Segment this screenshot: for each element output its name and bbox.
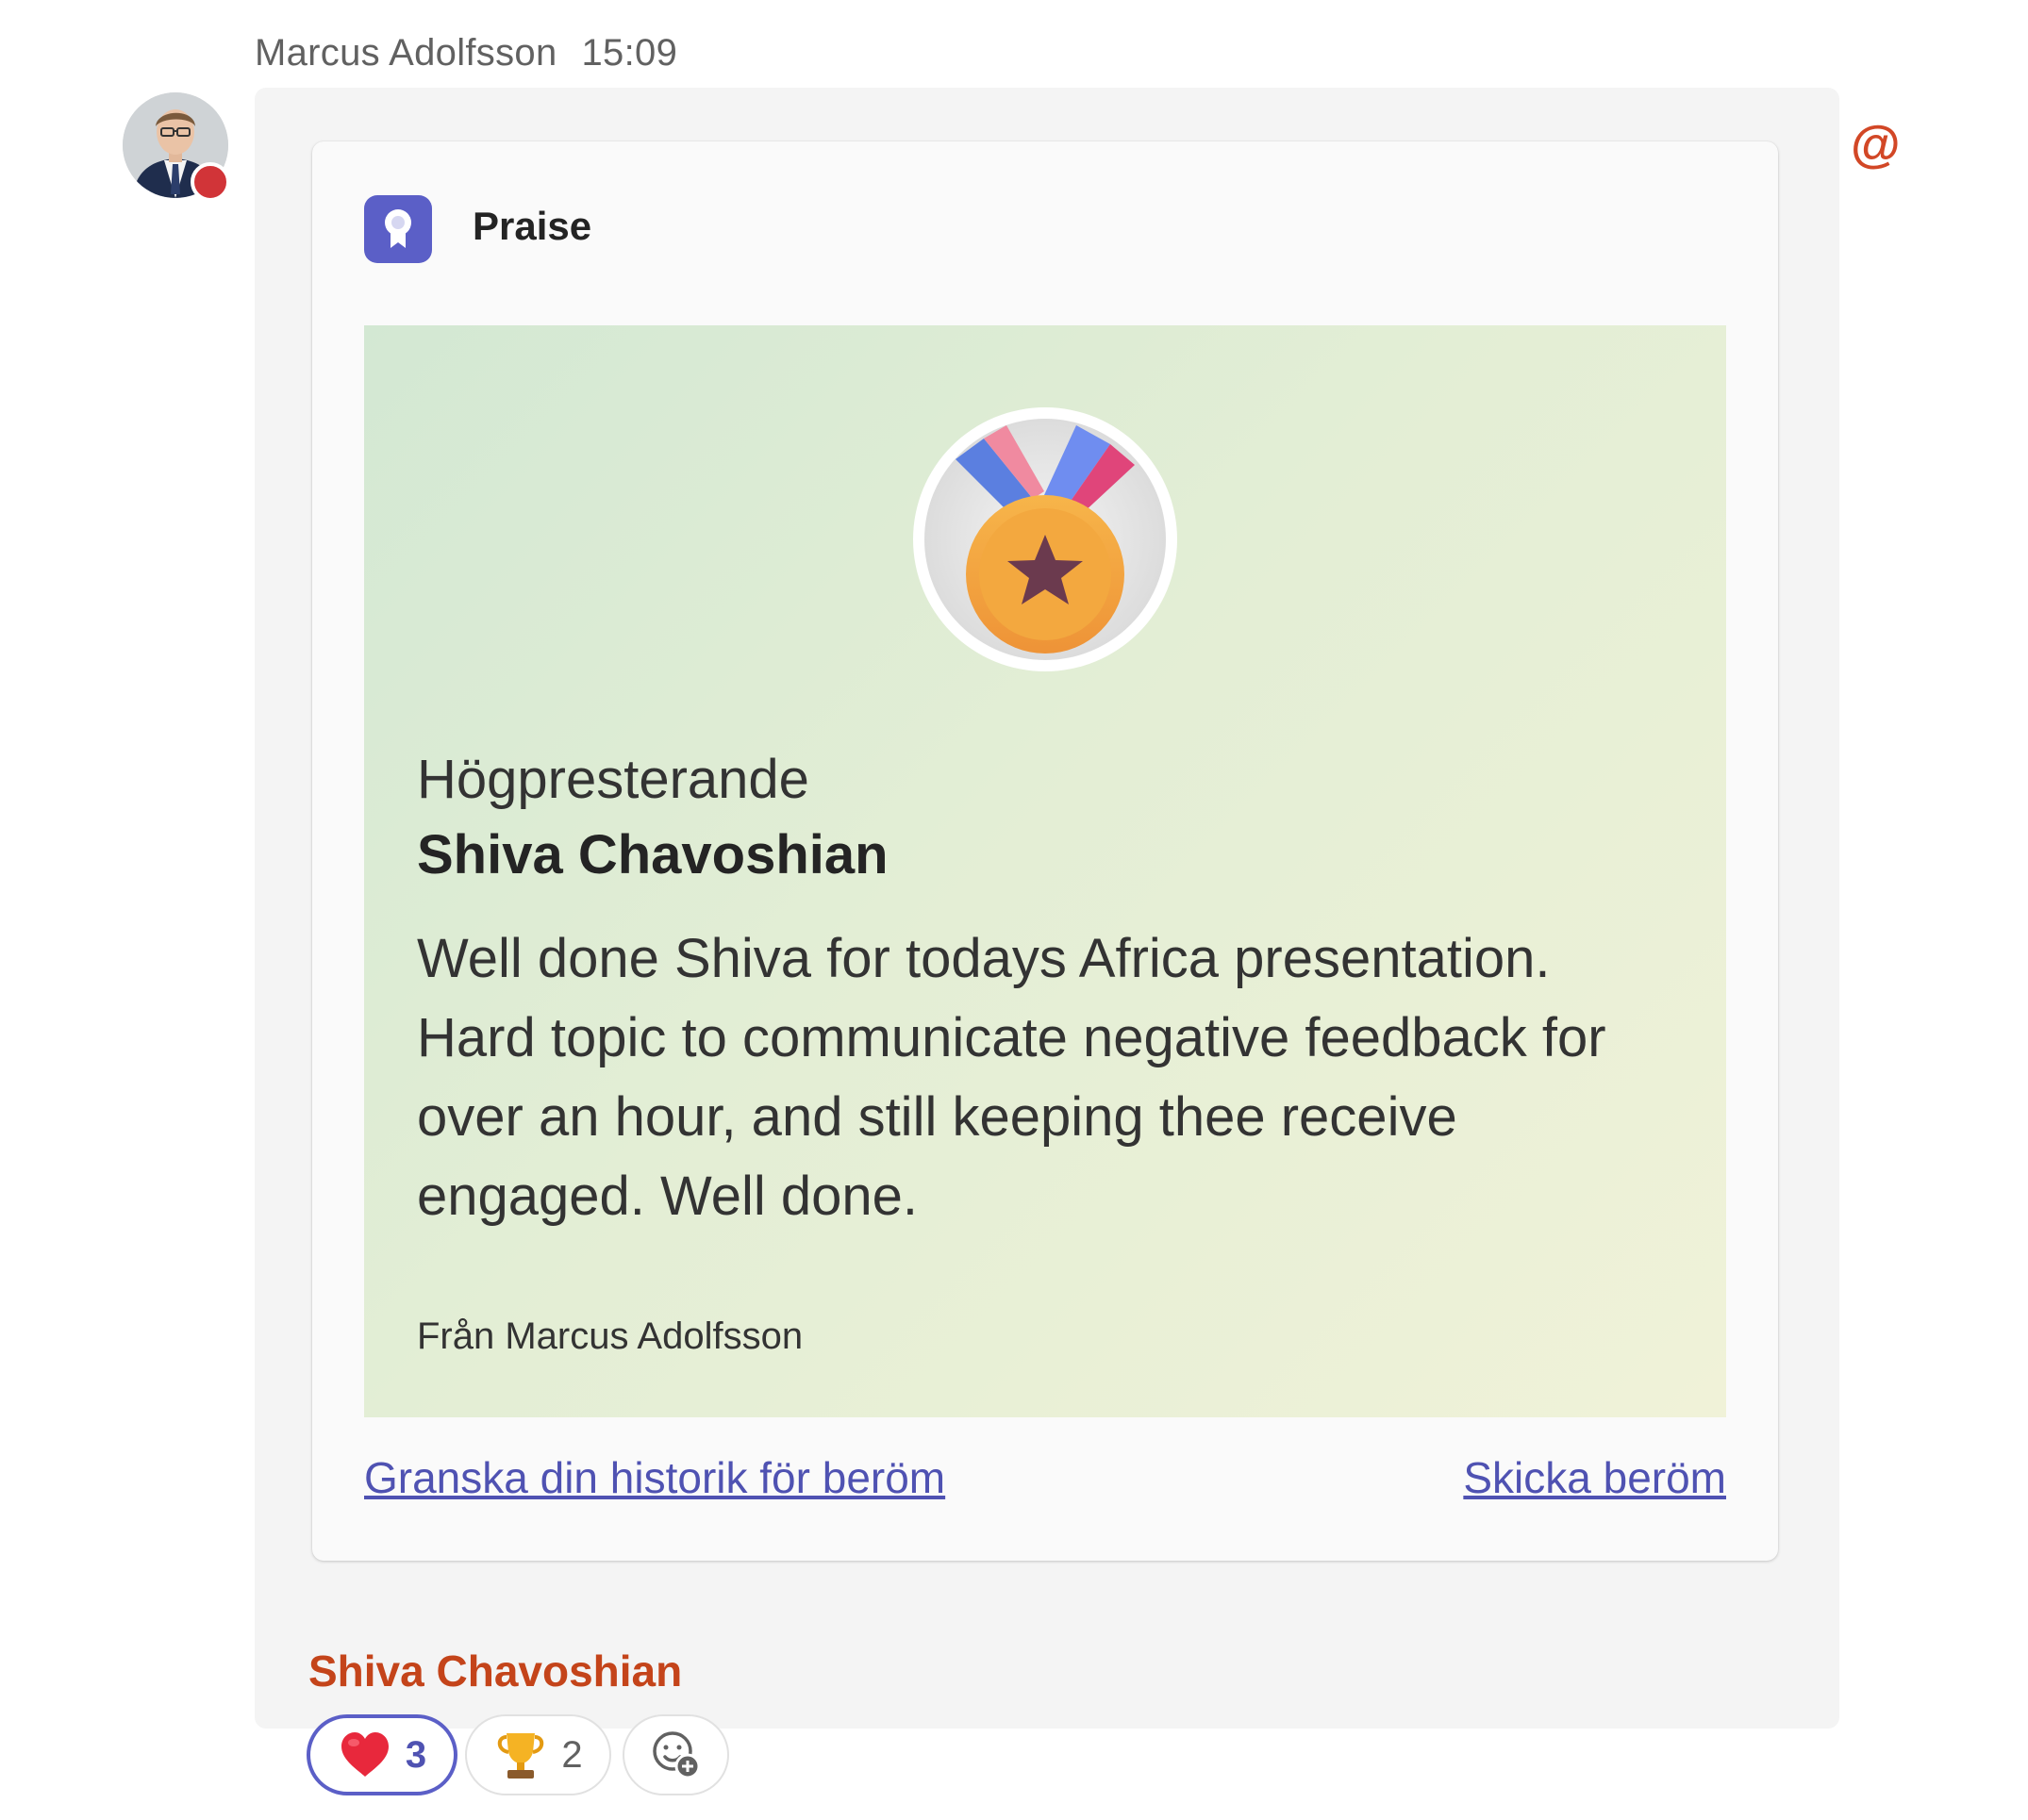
presence-status-dot (191, 162, 230, 202)
praise-from-line: Från Marcus Adolfsson (417, 1315, 804, 1357)
heart-icon (341, 1732, 389, 1777)
praise-message: Well done Shiva for todays Africa presen… (417, 928, 1606, 1227)
reaction-count: 3 (405, 1733, 427, 1776)
award-name: Högpresterande (417, 749, 809, 810)
trophy-reaction-button[interactable]: 2 (465, 1714, 611, 1795)
mentioned-user[interactable]: Shiva Chavoshian (308, 1646, 682, 1696)
medal-star-icon (910, 405, 1180, 674)
at-mention-icon: @ (1851, 116, 1901, 173)
message-timestamp: 15:09 (581, 32, 678, 74)
praise-card: Praise Högpresterande Shiva Chavoshian W… (312, 141, 1778, 1561)
praise-badge-icon (364, 195, 432, 263)
trophy-icon (498, 1733, 544, 1779)
add-reaction-icon (652, 1731, 700, 1779)
review-praise-history-link[interactable]: Granska din historik för beröm (364, 1452, 945, 1503)
card-app-name: Praise (473, 204, 592, 248)
reaction-count: 2 (561, 1733, 583, 1776)
praise-hero: Högpresterande Shiva Chavoshian Well don… (364, 325, 1726, 1417)
sender-name[interactable]: Marcus Adolfsson (255, 32, 557, 74)
recipient-name: Shiva Chavoshian (417, 824, 889, 885)
send-praise-link[interactable]: Skicka beröm (1463, 1452, 1726, 1503)
heart-reaction-button[interactable]: 3 (307, 1714, 457, 1795)
message-header: Marcus Adolfsson 15:09 (255, 32, 677, 74)
add-reaction-button[interactable] (623, 1714, 729, 1795)
